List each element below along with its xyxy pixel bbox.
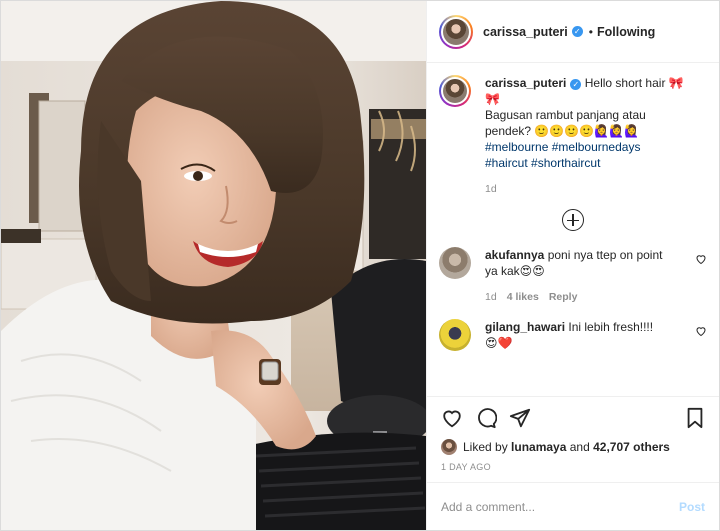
comment-body-2: 😍❤️ (485, 336, 513, 350)
post-image (1, 1, 426, 530)
paper-plane-icon[interactable] (509, 407, 531, 429)
comment-likes[interactable]: 4 likes (507, 291, 539, 303)
comment-time[interactable]: 1d (485, 291, 497, 303)
likes-summary: Liked by lunamaya and 42,707 others (427, 438, 719, 456)
comment-meta: 1d 4 likes Reply (485, 291, 707, 303)
caption-line1b: 🎀 (485, 92, 500, 106)
caption-line3: pendek? 🙂🙂🙂🙂🙋‍♀️🙋‍♀️🙋‍♀️ (485, 124, 639, 138)
likes-others[interactable]: 42,707 others (593, 440, 670, 454)
comment-body-2: ya kak😍😍 (485, 264, 545, 278)
caption-time[interactable]: 1d (485, 183, 497, 195)
liker-avatar[interactable] (441, 439, 457, 455)
hashtag-link[interactable]: #haircut (485, 156, 528, 170)
author-avatar[interactable] (439, 14, 473, 49)
liker-username[interactable]: lunamaya (511, 440, 566, 454)
comment-input[interactable] (441, 499, 679, 514)
post-sidebar: carissa_puteri ✓ • Following carissa_put… (426, 1, 719, 530)
caption-line1: Hello short hair 🎀 (584, 76, 684, 90)
post-comment-button[interactable]: Post (679, 500, 705, 514)
heart-icon[interactable] (695, 253, 707, 265)
author-username[interactable]: carissa_puteri (483, 25, 568, 39)
bookmark-icon[interactable] (685, 407, 705, 429)
caption-line2: Bagusan rambut panjang atau (485, 108, 646, 122)
comment-username[interactable]: gilang_hawari (485, 320, 565, 334)
hashtag-link[interactable]: #melbournedays (552, 140, 641, 154)
caption-row: carissa_puteri ✓ Hello short hair 🎀 🎀 Bag… (439, 75, 707, 171)
likes-and: and (569, 440, 590, 454)
comment-bubble-icon[interactable] (475, 407, 497, 429)
comment-text: akufannya poni nya ttep on point ya kak😍… (485, 247, 687, 279)
comment-row: akufannya poni nya ttep on point ya kak😍… (439, 247, 707, 279)
plus-circle-icon[interactable] (562, 209, 584, 231)
caption-text: carissa_puteri ✓ Hello short hair 🎀 🎀 Bag… (485, 75, 707, 171)
comments-section[interactable]: carissa_puteri ✓ Hello short hair 🎀 🎀 Bag… (427, 63, 719, 396)
heart-icon[interactable] (695, 325, 707, 337)
commenter-avatar[interactable] (439, 319, 471, 351)
post-header: carissa_puteri ✓ • Following (427, 1, 719, 63)
commenter-avatar[interactable] (439, 247, 471, 279)
comment-text: gilang_hawari Ini lebih fresh!!!! 😍❤️ (485, 319, 687, 351)
caption-meta: 1d (485, 183, 707, 195)
reply-button[interactable]: Reply (549, 291, 578, 303)
comment-body: poni nya ttep on point (547, 248, 663, 262)
heart-icon[interactable] (441, 407, 463, 429)
add-comment-bar: Post (427, 482, 719, 530)
comment-body: Ini lebih fresh!!!! (568, 320, 654, 334)
post-timestamp[interactable]: 1 DAY AGO (427, 456, 719, 482)
caption-username[interactable]: carissa_puteri (485, 76, 566, 90)
header-separator: • (588, 24, 593, 39)
action-bar (427, 396, 719, 438)
post-modal: carissa_puteri ✓ • Following carissa_put… (0, 0, 720, 531)
verified-badge-icon: ✓ (570, 79, 582, 90)
caption-avatar[interactable] (439, 75, 471, 107)
verified-badge-icon: ✓ (571, 26, 583, 37)
likes-prefix: Liked by (463, 440, 508, 454)
comment-username[interactable]: akufannya (485, 248, 544, 262)
hashtag-link[interactable]: #melbourne (485, 140, 548, 154)
load-more (439, 209, 707, 231)
comment-row: gilang_hawari Ini lebih fresh!!!! 😍❤️ (439, 319, 707, 351)
post-photo[interactable] (1, 1, 426, 530)
following-button[interactable]: Following (597, 25, 655, 39)
hashtag-link[interactable]: #shorthaircut (531, 156, 600, 170)
